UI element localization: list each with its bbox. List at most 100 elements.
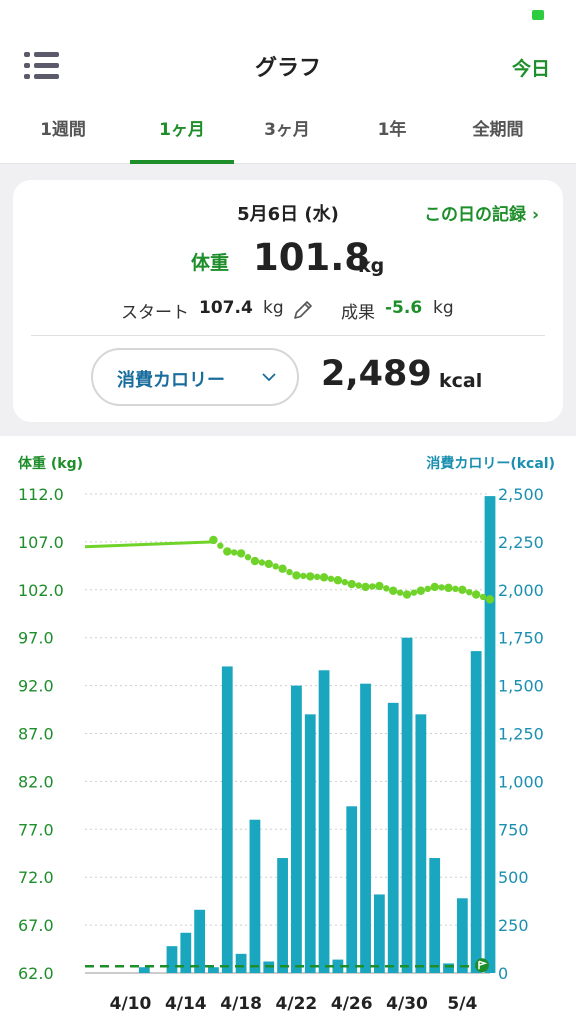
weight-dot-small xyxy=(424,585,431,593)
pencil-icon[interactable] xyxy=(291,298,315,322)
weight-point xyxy=(292,571,301,580)
weight-point xyxy=(471,590,481,599)
weight-dot-small xyxy=(313,573,321,581)
weight-point xyxy=(458,585,467,594)
right-tick-label: 750 xyxy=(498,820,529,839)
calorie-type-label: 消費カロリー xyxy=(117,370,225,391)
right-tick-label: 2,250 xyxy=(498,533,544,552)
left-tick-label: 92.0 xyxy=(18,677,54,696)
x-tick-label: 5/4 xyxy=(447,994,477,1014)
tab-1-week[interactable]: 1週間 xyxy=(11,102,115,164)
calorie-bar xyxy=(373,894,385,973)
weight-dot-small xyxy=(258,559,266,566)
weight-dot-small xyxy=(244,554,252,561)
calorie-bar xyxy=(415,714,427,973)
calorie-bar xyxy=(429,858,441,973)
left-tick-label: 102.0 xyxy=(18,581,64,600)
right-tick-label: 2,500 xyxy=(498,485,544,504)
weight-point xyxy=(375,581,384,591)
weight-dot-small xyxy=(327,575,335,582)
weight-dot-small xyxy=(383,585,390,592)
weight-point xyxy=(306,572,315,581)
weight-point xyxy=(250,556,260,566)
result-unit: kg xyxy=(433,298,454,318)
x-tick-label: 4/14 xyxy=(165,994,207,1014)
period-tabs: 1週間 1ヶ月 3ヶ月 1年 全期間 xyxy=(0,102,576,164)
chart-svg: 体重 (kg) 消費カロリー(kcal) 112.0 107.0 102.0 97.0 92… xyxy=(18,455,555,1014)
right-tick-label: 2,000 xyxy=(498,581,544,600)
weight-dot-small xyxy=(230,549,238,556)
x-tick-label: 4/18 xyxy=(220,994,262,1014)
right-tick-label: 1,500 xyxy=(498,677,544,696)
weight-dot-small xyxy=(300,572,307,580)
right-tick-label: 1,750 xyxy=(498,629,544,648)
calorie-unit: kcal xyxy=(439,370,483,392)
calorie-bar xyxy=(235,953,247,973)
tab-1-year[interactable]: 1年 xyxy=(340,102,444,164)
x-tick-label: 4/10 xyxy=(110,994,152,1014)
today-button[interactable]: 今日 xyxy=(512,54,550,81)
left-tick-label: 77.0 xyxy=(18,820,54,839)
tab-1-month[interactable]: 1ヶ月 xyxy=(130,102,234,164)
nav-bar: グラフ 今日 xyxy=(0,30,576,102)
weight-point xyxy=(389,586,398,595)
weight-dot-small xyxy=(341,578,349,586)
x-tick-label: 4/30 xyxy=(386,994,428,1014)
left-tick-label: 82.0 xyxy=(18,772,54,791)
calorie-bar xyxy=(387,702,399,973)
weight-point xyxy=(333,576,343,585)
weight-line-solid xyxy=(84,540,214,549)
weight-point xyxy=(402,590,412,599)
battery-icon xyxy=(532,10,544,20)
result-value: -5.6 xyxy=(385,298,423,318)
status-bar xyxy=(0,0,576,30)
weight-point xyxy=(319,573,329,582)
left-tick-label: 112.0 xyxy=(18,485,64,504)
calorie-bar xyxy=(166,946,178,973)
weight-dot-small xyxy=(466,588,473,596)
calorie-bar xyxy=(277,858,288,973)
day-record-link[interactable]: この日の記録 › xyxy=(424,200,539,225)
tab-all-time[interactable]: 全期間 xyxy=(446,102,550,164)
weight-point xyxy=(361,582,370,592)
weight-point xyxy=(416,586,426,595)
right-tick-label: 1,250 xyxy=(498,725,544,744)
weight-point xyxy=(430,582,439,592)
page-title: グラフ xyxy=(254,56,321,81)
x-tick-label: 4/22 xyxy=(276,994,318,1014)
calorie-bar xyxy=(470,651,482,973)
weight-point xyxy=(264,559,273,569)
calorie-value: 2,489 xyxy=(321,354,432,394)
calorie-bar xyxy=(291,685,302,973)
left-tick-label: 67.0 xyxy=(18,916,54,935)
left-tick-label: 97.0 xyxy=(18,629,54,648)
calorie-bar xyxy=(443,963,454,973)
left-tick-label: 72.0 xyxy=(18,868,54,887)
start-unit: kg xyxy=(263,298,284,318)
calorie-bar xyxy=(401,637,413,973)
goal-marker xyxy=(475,958,489,973)
x-tick-label: 4/26 xyxy=(331,994,373,1014)
summary-card: 5月6日 (水) この日の記録 › 体重 101.8 kg スタート 107.4… xyxy=(13,180,563,422)
calorie-bar xyxy=(484,496,496,973)
weight-calorie-chart[interactable]: 体重 (kg) 消費カロリー(kcal) 112.0 107.0 102.0 97.0 92… xyxy=(0,436,576,1024)
left-tick-label: 62.0 xyxy=(18,964,54,983)
right-tick-label: 0 xyxy=(498,964,508,983)
left-tick-label: 87.0 xyxy=(18,725,54,744)
weight-dot-small xyxy=(217,542,224,549)
right-axis-title: 消費カロリー(kcal) xyxy=(426,455,555,472)
weight-dot-small xyxy=(286,568,293,576)
weight-dot-small xyxy=(396,589,404,596)
calorie-bar xyxy=(360,683,371,973)
calorie-bar xyxy=(221,666,233,973)
left-tick-label: 107.0 xyxy=(18,533,64,552)
result-label: 成果 xyxy=(341,303,375,323)
start-label: スタート xyxy=(121,303,189,323)
weight-point xyxy=(209,535,218,545)
weight-value: 101.8 xyxy=(253,236,371,279)
calorie-type-dropdown[interactable]: 消費カロリー xyxy=(91,348,299,406)
right-tick-label: 250 xyxy=(498,916,529,935)
weight-label: 体重 xyxy=(191,252,230,274)
calorie-bar xyxy=(249,819,261,973)
tab-3-months[interactable]: 3ヶ月 xyxy=(235,102,339,164)
